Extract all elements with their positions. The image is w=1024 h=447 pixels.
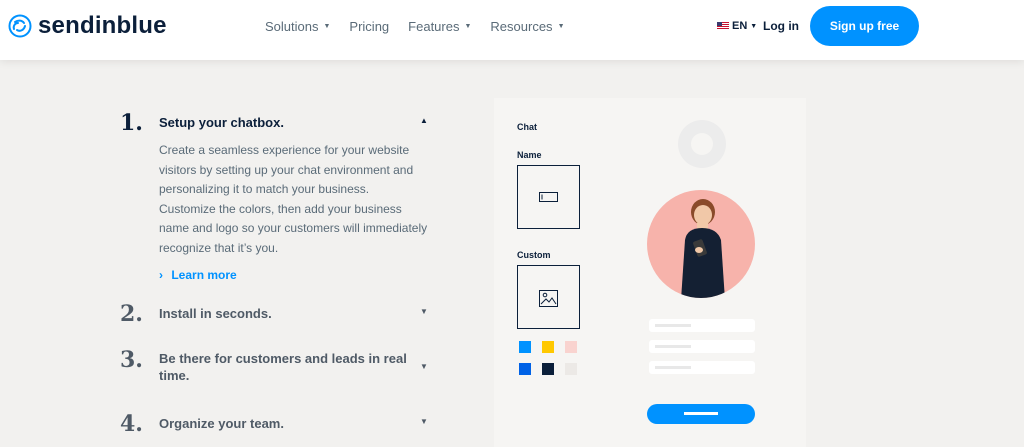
step-number: 1. (120, 110, 143, 136)
message-line-placeholder (649, 361, 755, 374)
person-illustration-icon (681, 199, 725, 298)
step-title: Setup your chatbox. (159, 115, 284, 130)
nav-pricing[interactable]: Pricing (349, 19, 389, 34)
name-label: Name (517, 150, 542, 160)
step-title: Be there for customers and leads in real… (159, 351, 407, 383)
agent-avatar (647, 190, 755, 298)
step-number: 3. (120, 347, 143, 373)
image-icon (539, 290, 558, 307)
logo[interactable]: sendinblue (8, 12, 167, 40)
step-description: Create a seamless experience for your we… (159, 143, 428, 255)
signup-button[interactable]: Sign up free (810, 6, 919, 46)
nav-solutions[interactable]: Solutions ▼ (265, 19, 330, 34)
nav-resources[interactable]: Resources ▼ (490, 19, 564, 34)
learn-more-label: Learn more (171, 268, 237, 282)
caret-down-icon: ▼ (464, 22, 472, 30)
chevron-right-icon: › (159, 268, 163, 282)
login-link[interactable]: Log in (763, 19, 799, 33)
placeholder-avatar-icon (678, 120, 726, 168)
site-header: sendinblue Solutions ▼ Pricing Features … (0, 0, 1024, 60)
chat-submit-button-preview (647, 404, 755, 424)
text-field-icon (539, 192, 558, 202)
us-flag-icon (717, 22, 729, 30)
color-swatch (519, 363, 531, 375)
language-label: EN (732, 20, 748, 32)
caret-down-icon[interactable]: ▼ (420, 362, 428, 371)
nav-label: Pricing (349, 18, 390, 34)
custom-label: Custom (517, 250, 551, 260)
color-swatch (542, 363, 554, 375)
sendinblue-logo-icon (8, 14, 32, 38)
caret-up-icon[interactable]: ▲ (420, 116, 428, 125)
step-title: Organize your team. (159, 416, 284, 431)
nav-label: Resources (490, 18, 553, 34)
step-number: 2. (120, 301, 143, 327)
color-swatch (542, 341, 554, 353)
name-field-preview (517, 165, 580, 229)
language-selector[interactable]: EN ▼ (717, 20, 757, 32)
message-line-placeholder (649, 340, 755, 353)
nav-features[interactable]: Features ▼ (408, 19, 471, 34)
custom-image-preview (517, 265, 580, 329)
color-swatch (565, 341, 577, 353)
step-number: 4. (120, 411, 143, 437)
nav-label: Features (408, 18, 460, 34)
logo-text: sendinblue (38, 12, 167, 39)
main-nav: Solutions ▼ Pricing Features ▼ Resources… (265, 0, 584, 52)
caret-down-icon: ▼ (323, 22, 331, 30)
caret-down-icon[interactable]: ▼ (420, 417, 428, 426)
learn-more-link[interactable]: › Learn more (159, 268, 237, 282)
caret-down-icon[interactable]: ▼ (420, 307, 428, 316)
color-swatch (565, 363, 577, 375)
caret-down-icon: ▼ (750, 22, 758, 30)
nav-label: Solutions (265, 18, 319, 34)
chat-label: Chat (517, 122, 537, 132)
color-swatch (519, 341, 531, 353)
caret-down-icon: ▼ (557, 22, 565, 30)
step-title: Install in seconds. (159, 306, 272, 321)
message-line-placeholder (649, 319, 755, 332)
